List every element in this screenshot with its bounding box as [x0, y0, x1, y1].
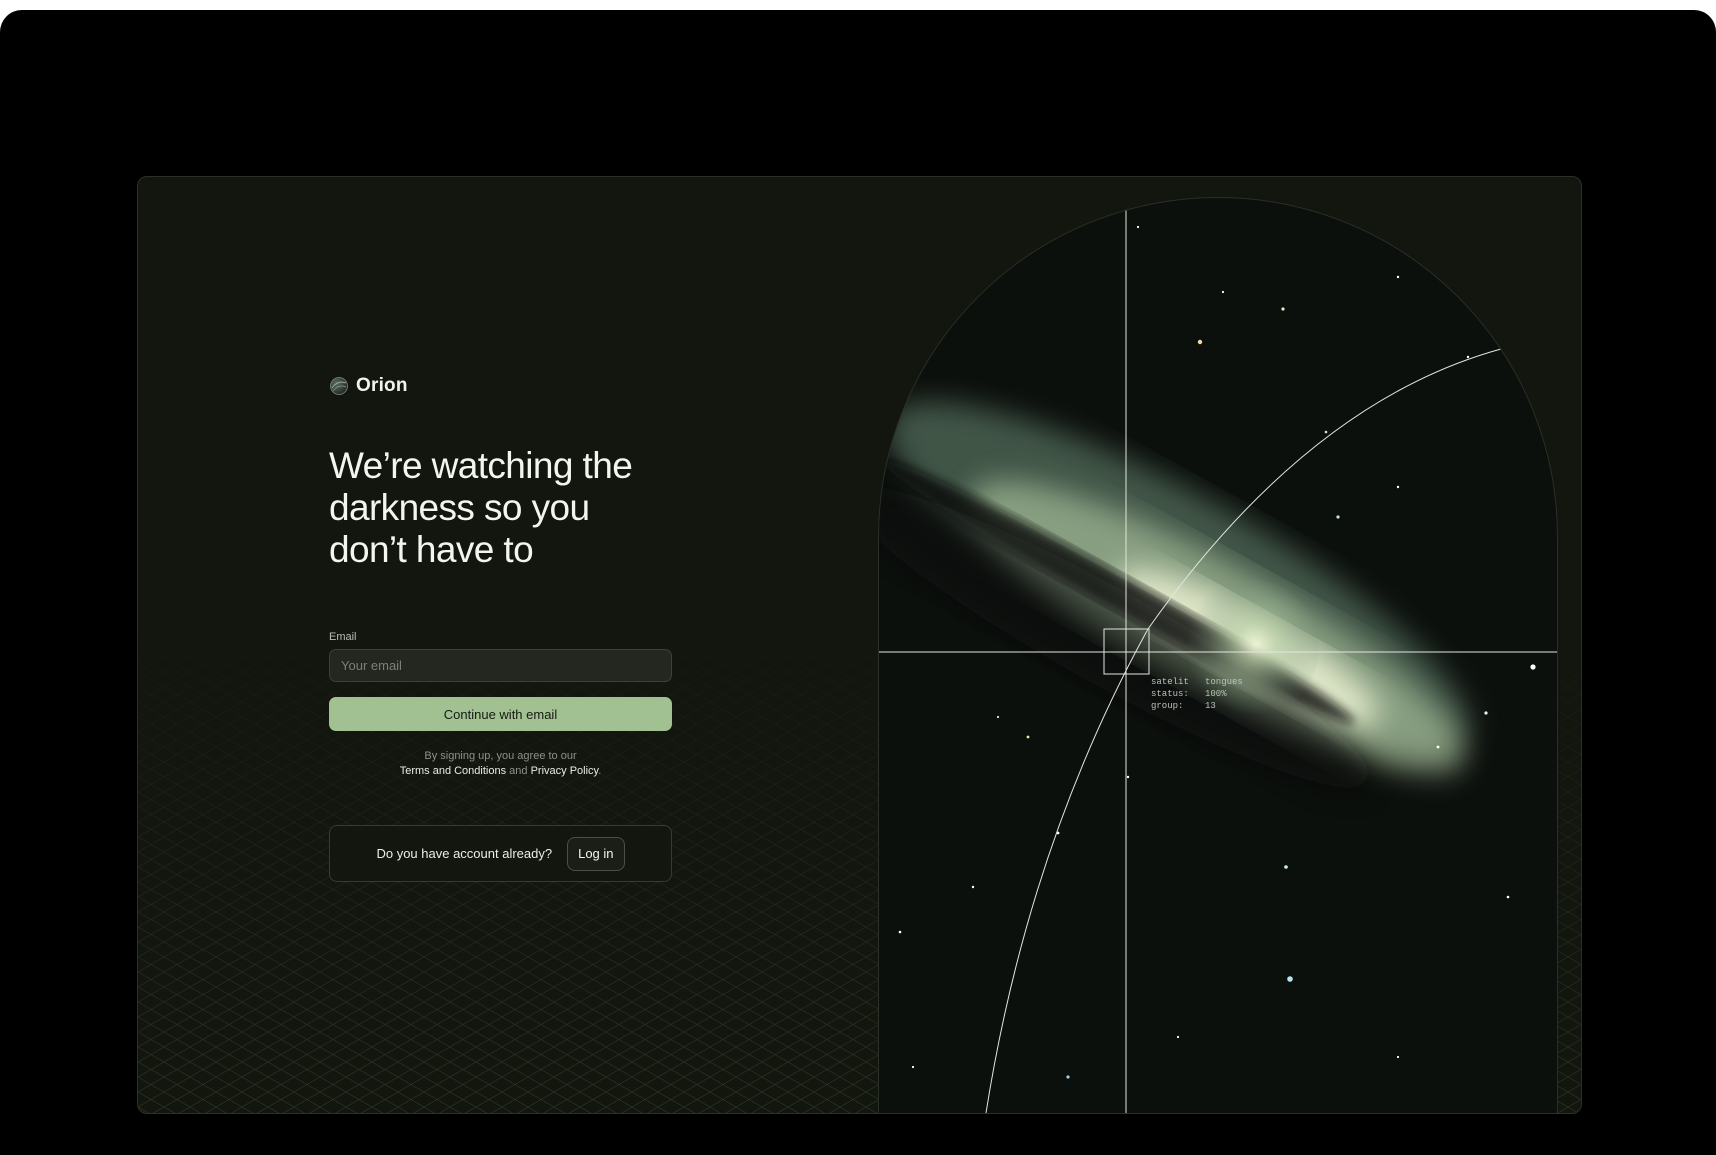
- legal-and: and: [509, 765, 528, 777]
- brand: Orion: [329, 375, 408, 397]
- signup-panel: Orion We’re watching the darkness so you…: [329, 177, 674, 1113]
- existing-account-box: Do you have account already? Log in: [329, 825, 672, 882]
- brand-name: Orion: [356, 375, 408, 396]
- telemetry-line-2: status: 100%: [1151, 689, 1227, 699]
- legal-prefix: By signing up, you agree to our: [424, 750, 577, 762]
- legal-notice: By signing up, you agree to our Terms an…: [329, 749, 672, 779]
- privacy-link[interactable]: Privacy Policy: [531, 765, 599, 777]
- orion-globe-icon: [330, 377, 348, 395]
- app-frame: Orion We’re watching the darkness so you…: [0, 10, 1716, 1155]
- email-field[interactable]: [329, 649, 672, 682]
- page-headline: We’re watching the darkness so you don’t…: [329, 445, 633, 570]
- continue-with-email-button[interactable]: Continue with email: [329, 697, 672, 731]
- email-label: Email: [329, 631, 357, 643]
- terms-link[interactable]: Terms and Conditions: [400, 765, 506, 777]
- login-button[interactable]: Log in: [567, 836, 625, 871]
- telemetry-line-1: satelit tongues: [1151, 677, 1243, 687]
- existing-account-prompt: Do you have account already?: [376, 846, 553, 861]
- legal-suffix: .: [598, 765, 602, 777]
- signup-card: Orion We’re watching the darkness so you…: [137, 176, 1582, 1114]
- telemetry-line-3: group: 13: [1151, 701, 1216, 711]
- galaxy-arch-image: satelit tongues status: 100% group: 13: [878, 197, 1558, 1113]
